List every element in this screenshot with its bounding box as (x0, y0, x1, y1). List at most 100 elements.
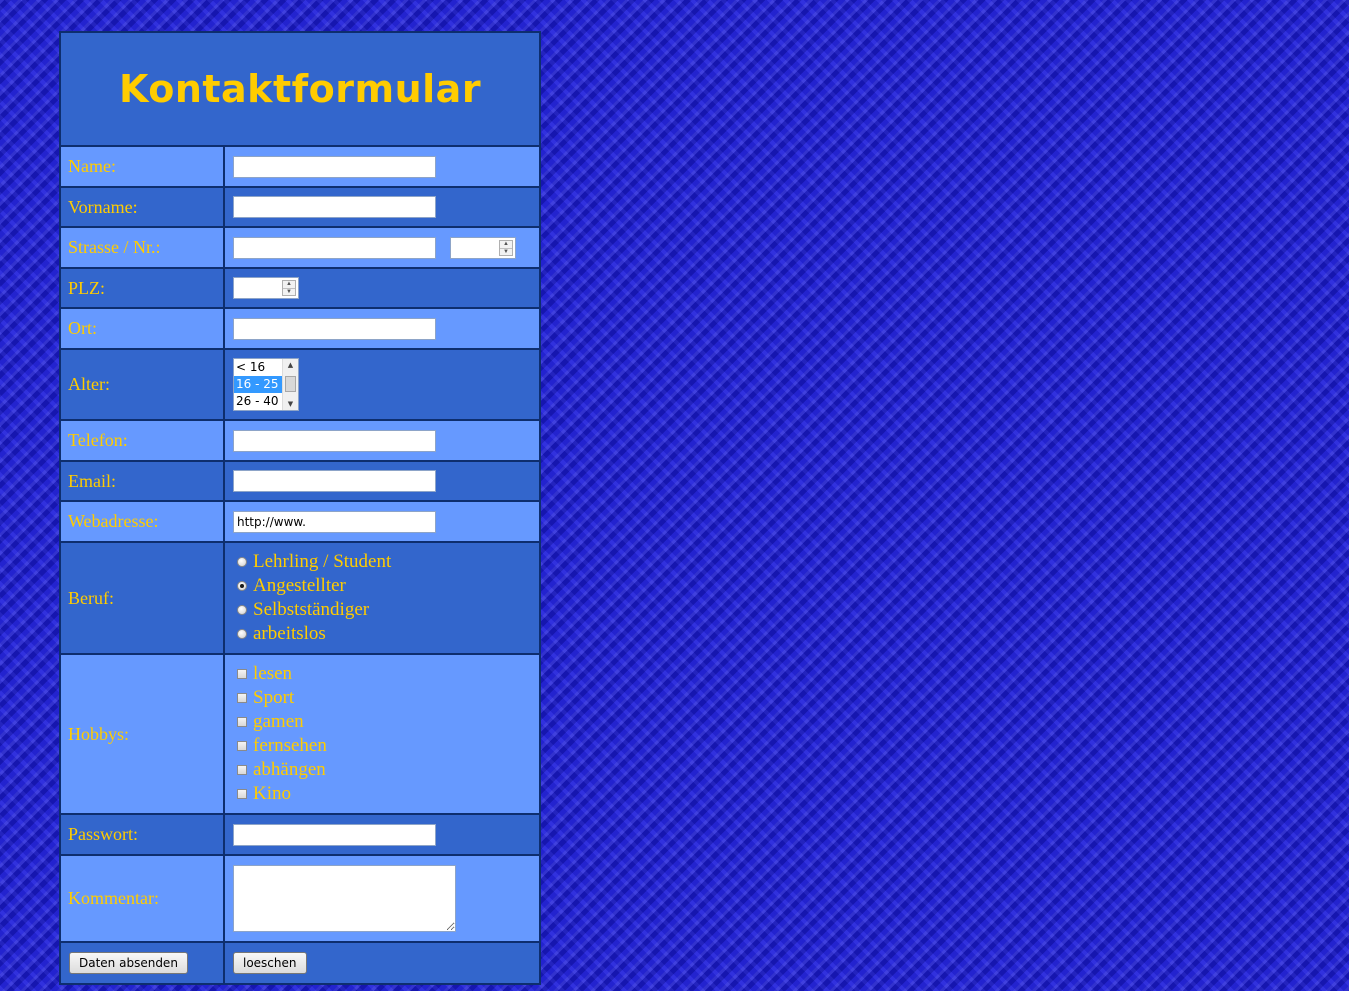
plz-label: PLZ: (61, 269, 225, 307)
strasse-input[interactable] (233, 236, 436, 259)
hobby-option[interactable]: Kino (237, 782, 327, 806)
hobby-option-label: lesen (253, 663, 293, 684)
alter-option[interactable]: 26 - 40 (234, 393, 284, 410)
strasse-input-cell: ▲ ▼ (225, 228, 539, 267)
scroll-up-icon[interactable]: ▲ (283, 359, 298, 371)
kommentar-textarea[interactable] (233, 865, 456, 932)
passwort-label: Passwort: (61, 815, 225, 854)
ort-input[interactable] (233, 317, 436, 340)
radio-button-checked[interactable] (237, 581, 247, 591)
hobbys-row: Hobbys: lesen Sport gamen fernsehen abhä… (61, 655, 539, 815)
ort-input-cell (225, 309, 539, 348)
buttons-row: Daten absenden loeschen (61, 943, 539, 983)
beruf-option[interactable]: Selbstständiger (237, 598, 391, 622)
strasse-label: Strasse / Nr.: (61, 228, 225, 267)
vorname-row: Vorname: (61, 188, 539, 228)
hobby-option-label: fernsehen (253, 735, 327, 756)
name-label: Name: (61, 147, 225, 186)
scroll-down-icon[interactable]: ▼ (283, 398, 298, 410)
stepper-down-icon[interactable]: ▼ (283, 288, 295, 296)
alter-input-cell: < 16 16 - 25 26 - 40 ▲ ▼ (225, 350, 539, 419)
strasse-row: Strasse / Nr.: ▲ ▼ (61, 228, 539, 269)
beruf-option[interactable]: Angestellter (237, 574, 391, 598)
checkbox[interactable] (237, 693, 247, 703)
form-header: Kontaktformular (61, 33, 539, 147)
hobbys-checkbox-group: lesen Sport gamen fernsehen abhängen Kin… (233, 662, 327, 806)
webadresse-input[interactable] (233, 510, 436, 533)
email-input[interactable] (233, 470, 436, 492)
email-input-cell (225, 462, 539, 500)
stepper-up-icon[interactable]: ▲ (500, 241, 512, 248)
name-input[interactable] (233, 155, 436, 178)
kommentar-row: Kommentar: (61, 856, 539, 943)
radio-button[interactable] (237, 605, 247, 615)
email-row: Email: (61, 462, 539, 502)
beruf-option[interactable]: Lehrling / Student (237, 550, 391, 574)
password-input[interactable] (233, 823, 436, 846)
hobby-option-label: gamen (253, 711, 304, 732)
plz-stepper[interactable]: ▲ ▼ (233, 277, 299, 299)
hobbys-options-cell: lesen Sport gamen fernsehen abhängen Kin… (225, 655, 539, 813)
kommentar-label: Kommentar: (61, 856, 225, 941)
stepper-up-icon[interactable]: ▲ (283, 281, 295, 288)
name-input-cell (225, 147, 539, 186)
ort-label: Ort: (61, 309, 225, 348)
webadresse-row: Webadresse: (61, 502, 539, 543)
checkbox[interactable] (237, 741, 247, 751)
beruf-row: Beruf: Lehrling / Student Angestellter S… (61, 543, 539, 655)
hobby-option-label: abhängen (253, 759, 326, 780)
vorname-input-cell (225, 188, 539, 226)
passwort-row: Passwort: (61, 815, 539, 856)
hobbys-label: Hobbys: (61, 655, 225, 813)
webadresse-input-cell (225, 502, 539, 541)
contact-form-table: Kontaktformular Name: Vorname: Strasse /… (59, 31, 541, 985)
radio-button[interactable] (237, 557, 247, 567)
beruf-option[interactable]: arbeitslos (237, 622, 391, 646)
listbox-scrollbar[interactable]: ▲ ▼ (282, 359, 298, 410)
alter-label: Alter: (61, 350, 225, 419)
plz-row: PLZ: ▲ ▼ (61, 269, 539, 309)
vorname-input[interactable] (233, 196, 436, 218)
checkbox[interactable] (237, 789, 247, 799)
alter-option[interactable]: < 16 (234, 359, 284, 376)
email-label: Email: (61, 462, 225, 500)
beruf-option-label: Lehrling / Student (253, 551, 392, 572)
telefon-input[interactable] (233, 429, 436, 452)
telefon-label: Telefon: (61, 421, 225, 460)
checkbox[interactable] (237, 717, 247, 727)
hobby-option-label: Sport (253, 687, 295, 708)
beruf-option-label: arbeitslos (253, 623, 326, 644)
hobby-option[interactable]: lesen (237, 662, 327, 686)
passwort-input-cell (225, 815, 539, 854)
beruf-option-label: Selbstständiger (253, 599, 370, 620)
hobby-option-label: Kino (253, 783, 291, 804)
beruf-radio-group: Lehrling / Student Angestellter Selbstst… (233, 550, 391, 646)
submit-button[interactable]: Daten absenden (69, 952, 188, 974)
hobby-option[interactable]: fernsehen (237, 734, 327, 758)
checkbox[interactable] (237, 765, 247, 775)
alter-listbox[interactable]: < 16 16 - 25 26 - 40 ▲ ▼ (233, 358, 299, 411)
reset-cell: loeschen (225, 943, 539, 983)
vorname-label: Vorname: (61, 188, 225, 226)
telefon-row: Telefon: (61, 421, 539, 462)
beruf-option-label: Angestellter (253, 575, 346, 596)
hobby-option[interactable]: gamen (237, 710, 327, 734)
hobby-option[interactable]: abhängen (237, 758, 327, 782)
ort-row: Ort: (61, 309, 539, 350)
beruf-label: Beruf: (61, 543, 225, 653)
stepper-down-icon[interactable]: ▼ (500, 247, 512, 256)
stepper-arrows[interactable]: ▲ ▼ (282, 280, 296, 296)
alter-option-selected[interactable]: 16 - 25 (234, 376, 284, 393)
hobby-option[interactable]: Sport (237, 686, 327, 710)
stepper-arrows[interactable]: ▲ ▼ (499, 239, 513, 256)
house-number-stepper[interactable]: ▲ ▼ (450, 236, 516, 259)
scroll-thumb[interactable] (285, 376, 296, 392)
beruf-options-cell: Lehrling / Student Angestellter Selbstst… (225, 543, 539, 653)
radio-button[interactable] (237, 629, 247, 639)
checkbox[interactable] (237, 669, 247, 679)
kommentar-input-cell (225, 856, 539, 941)
reset-button[interactable]: loeschen (233, 952, 307, 974)
submit-cell: Daten absenden (61, 943, 225, 983)
webadresse-label: Webadresse: (61, 502, 225, 541)
page-title: Kontaktformular (118, 67, 482, 111)
